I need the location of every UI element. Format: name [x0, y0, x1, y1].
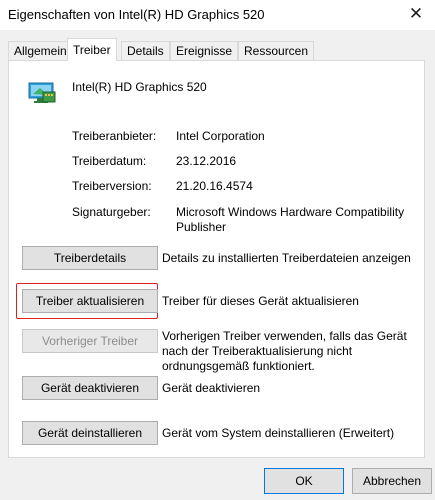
disable-device-description: Gerät deaktivieren: [162, 381, 261, 395]
driver-details-button[interactable]: Treiberdetails: [22, 246, 158, 270]
label-driver-provider: Treiberanbieter:: [72, 129, 157, 143]
update-driver-description: Treiber für dieses Gerät aktualisieren: [162, 294, 359, 308]
disable-device-button[interactable]: Gerät deaktivieren: [22, 376, 158, 400]
display-adapter-icon: [28, 82, 56, 103]
window-title: Eigenschaften von Intel(R) HD Graphics 5…: [8, 7, 265, 22]
device-name: Intel(R) HD Graphics 520: [72, 80, 207, 94]
tab-ereignisse[interactable]: Ereignisse: [170, 41, 239, 60]
value-driver-provider: Intel Corporation: [176, 129, 265, 143]
label-digital-signer: Signaturgeber:: [72, 205, 151, 219]
value-driver-date: 23.12.2016: [176, 154, 237, 168]
roll-back-driver-description: Vorherigen Treiber verwenden, falls das …: [162, 329, 407, 373]
tab-allgemein[interactable]: Allgemein: [8, 41, 73, 60]
uninstall-device-description: Gerät vom System deinstallieren (Erweite…: [162, 426, 395, 440]
tab-details[interactable]: Details: [121, 41, 170, 60]
driver-details-description: Details zu installierten Treiberdateien …: [162, 251, 411, 265]
cancel-button[interactable]: Abbrechen: [352, 468, 432, 494]
uninstall-device-button[interactable]: Gerät deinstallieren: [22, 421, 158, 445]
tab-ressourcen[interactable]: Ressourcen: [238, 41, 315, 60]
update-driver-button[interactable]: Treiber aktualisieren: [22, 289, 158, 313]
roll-back-driver-button[interactable]: Vorheriger Treiber: [22, 329, 158, 353]
label-driver-version: Treiberversion:: [72, 179, 152, 193]
label-driver-date: Treiberdatum:: [72, 154, 147, 168]
close-icon[interactable]: ✕: [397, 0, 435, 30]
tab-treiber[interactable]: Treiber: [67, 38, 117, 61]
title-bar: Eigenschaften von Intel(R) HD Graphics 5…: [0, 0, 435, 30]
ok-button[interactable]: OK: [264, 468, 344, 494]
value-driver-version: 21.20.16.4574: [176, 179, 253, 193]
value-digital-signer: Microsoft Windows Hardware Compatibility…: [176, 205, 405, 234]
